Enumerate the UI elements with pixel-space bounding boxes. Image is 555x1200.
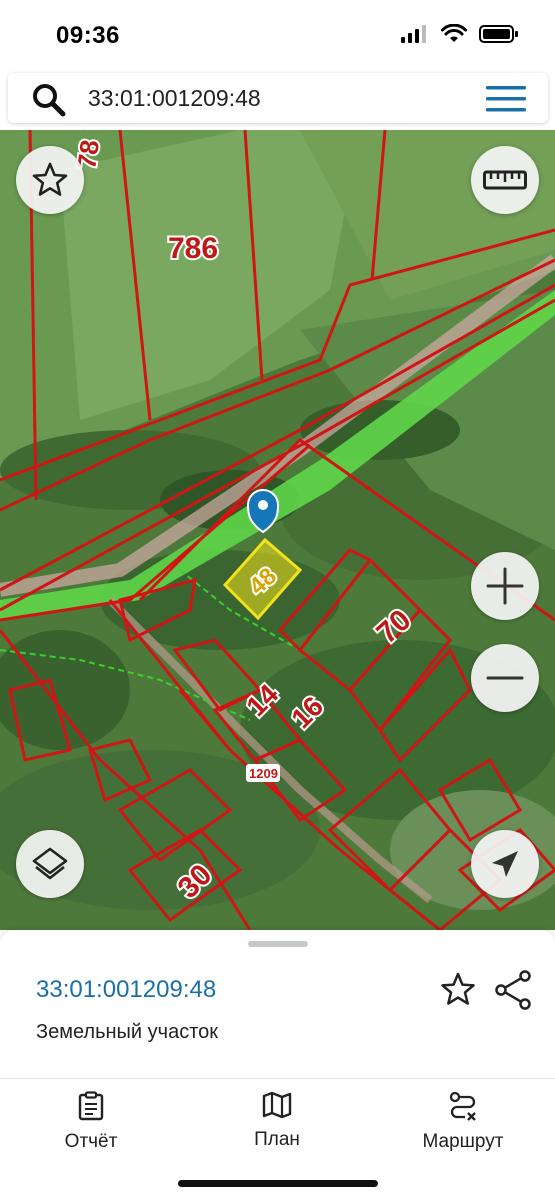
block-label: 1209	[249, 766, 278, 781]
home-indicator	[178, 1180, 378, 1187]
map-view[interactable]: 786 78 70 14 16 30 48 1209	[0, 130, 555, 930]
status-bar: 09:36	[0, 0, 555, 72]
sheet-drag-handle[interactable]	[248, 941, 308, 947]
zoom-in-icon	[486, 567, 524, 605]
map-icon	[262, 1091, 292, 1119]
search-input[interactable]: 33:01:001209:48	[88, 85, 261, 112]
layers-button[interactable]	[16, 830, 84, 898]
status-icons	[401, 24, 519, 44]
zoom-out-icon	[486, 676, 524, 680]
locate-arrow-icon	[492, 851, 518, 877]
star-icon	[32, 162, 68, 196]
tab-report[interactable]: Отчёт	[16, 1091, 166, 1153]
battery-icon	[479, 25, 518, 43]
status-time: 09:36	[56, 22, 120, 49]
tab-route[interactable]: Маршрут	[388, 1091, 538, 1153]
favorite-button[interactable]	[16, 146, 84, 214]
ruler-button[interactable]	[471, 146, 539, 214]
layers-icon	[32, 847, 68, 880]
zoom-out-button[interactable]	[471, 644, 539, 712]
satellite-map[interactable]: 786 78 70 14 16 30 48 1209	[0, 130, 555, 930]
wifi-icon	[441, 24, 467, 42]
cellular-signal-icon	[401, 25, 426, 43]
tab-plan[interactable]: План	[202, 1091, 352, 1151]
zoom-in-button[interactable]	[471, 552, 539, 620]
my-location-button[interactable]	[471, 830, 539, 898]
ruler-icon	[483, 170, 527, 190]
share-icon[interactable]	[494, 970, 532, 1010]
tab-plan-label: План	[254, 1129, 300, 1150]
tab-report-label: Отчёт	[64, 1131, 118, 1152]
tab-route-label: Маршрут	[422, 1131, 504, 1152]
search-icon[interactable]	[32, 83, 66, 117]
parcel-type: Земельный участок	[36, 1021, 219, 1043]
search-bar[interactable]: 33:01:001209:48	[8, 73, 548, 123]
route-icon	[449, 1091, 476, 1121]
star-icon[interactable]	[440, 972, 476, 1008]
parcel-number[interactable]: 33:01:001209:48	[36, 976, 216, 1004]
parcel-label-786: 786	[168, 232, 218, 265]
hamburger-menu-icon[interactable]	[486, 85, 526, 113]
clipboard-icon	[78, 1091, 104, 1121]
